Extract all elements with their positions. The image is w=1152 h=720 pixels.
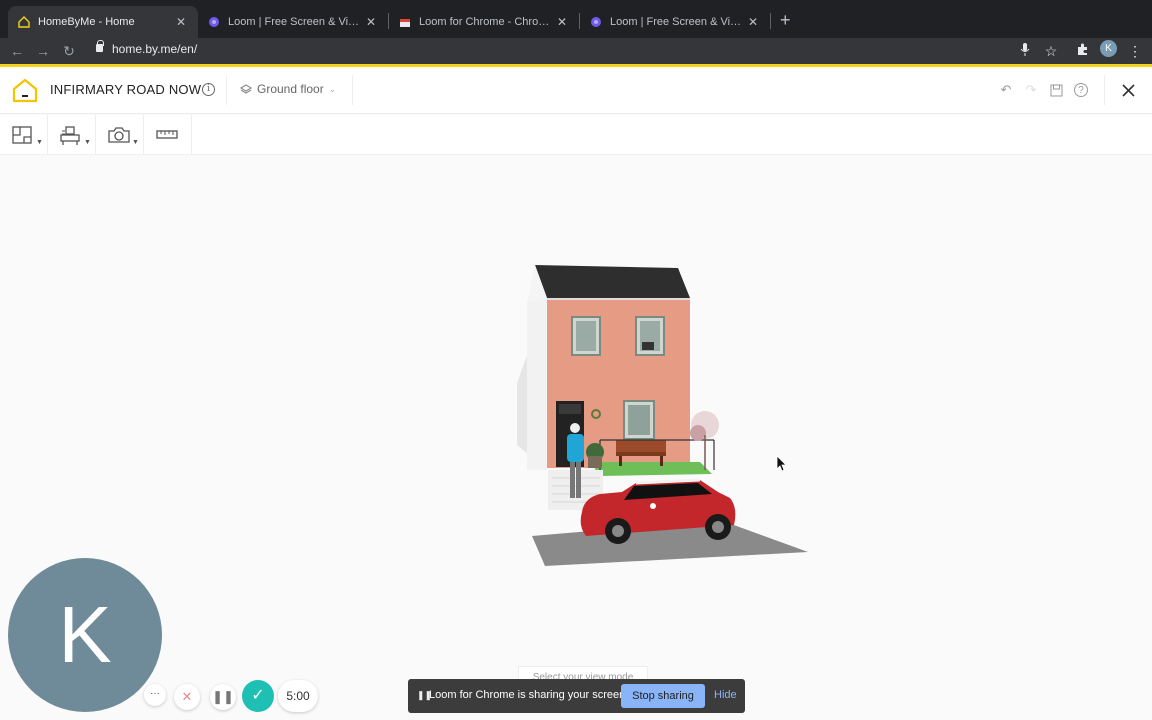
address-bar[interactable]: home.by.me/en/ (88, 38, 1068, 60)
app-header: INFIRMARY ROAD NOW i Ground floor ⌄ ↶ ↷ … (0, 67, 1152, 114)
cancel-x-icon: ✕ (181, 689, 193, 704)
checkmark-icon: ✓ (251, 687, 265, 704)
caret-down-icon: ▼ (36, 139, 43, 146)
loom-cancel-button[interactable]: ✕ (174, 684, 200, 710)
floor-selector[interactable]: Ground floor ⌄ (240, 82, 336, 96)
tab-close-icon[interactable]: ✕ (746, 15, 760, 29)
loom-pause-button[interactable]: ❚❚ (210, 684, 236, 710)
chrome-web-store-favicon-icon (400, 19, 410, 27)
divider (352, 75, 353, 105)
chevron-down-icon: ⌄ (328, 83, 337, 94)
profile-avatar[interactable]: K (1100, 40, 1117, 57)
loom-timer: 5:00 (278, 680, 318, 712)
loom-camera-bubble[interactable]: K (8, 558, 162, 712)
loom-more-button[interactable]: ··· (144, 684, 166, 706)
microphone-icon[interactable] (1020, 43, 1030, 56)
tool-row: ▼ ▼ ▼ (0, 115, 1152, 155)
undo-icon[interactable]: ↶ (997, 81, 1015, 99)
new-tab-button[interactable]: + (780, 10, 791, 31)
ruler-icon (156, 130, 178, 139)
layers-icon (240, 84, 252, 94)
extensions-puzzle-icon[interactable] (1076, 43, 1089, 56)
url-text: home.by.me/en/ (112, 42, 198, 56)
caret-down-icon: ▼ (84, 139, 91, 146)
tab-loom-1[interactable]: Loom | Free Screen & Video Re ✕ (198, 6, 388, 38)
tab-title: Loom | Free Screen & Video Re (228, 16, 364, 28)
furniture-catalog-icon (60, 126, 80, 145)
floorplan-tool-button[interactable]: ▼ (0, 115, 48, 155)
tab-homebyme[interactable]: HomeByMe - Home ✕ (8, 6, 198, 38)
save-icon[interactable] (1050, 84, 1063, 97)
floor-label: Ground floor (257, 82, 324, 96)
camera-tool-button[interactable]: ▼ (96, 115, 144, 155)
divider (1104, 75, 1105, 105)
back-arrow-icon[interactable]: ← (6, 40, 28, 62)
help-icon[interactable]: ? (1074, 83, 1088, 97)
reload-icon[interactable]: ↻ (58, 40, 80, 62)
floorplan-icon (12, 126, 32, 144)
info-icon[interactable]: i (202, 83, 215, 96)
house-3d-render[interactable] (0, 156, 1152, 720)
homebyme-logo-icon[interactable] (12, 77, 38, 103)
bookmark-star-icon[interactable]: ☆ (1040, 40, 1062, 62)
browser-tab-strip: HomeByMe - Home ✕ Loom | Free Screen & V… (0, 0, 1152, 38)
close-icon[interactable] (1122, 84, 1135, 97)
tab-separator (770, 13, 771, 29)
forward-arrow-icon[interactable]: → (32, 40, 54, 62)
furniture-tool-button[interactable]: ▼ (48, 115, 96, 155)
redo-icon[interactable]: ↷ (1022, 81, 1040, 99)
screen-sharing-banner: ❚❚ Loom for Chrome is sharing your scree… (408, 679, 745, 713)
browser-toolbar: ← → ↻ home.by.me/en/ ☆ K ⋮ (0, 38, 1152, 64)
loom-favicon-icon (209, 17, 219, 27)
tab-loom-chrome-store[interactable]: Loom for Chrome - Chrome We ✕ (389, 6, 579, 38)
tab-title: Loom for Chrome - Chrome We (419, 16, 555, 28)
chrome-menu-icon[interactable]: ⋮ (1124, 40, 1146, 62)
homebyme-favicon-icon (18, 16, 30, 28)
loom-finish-button[interactable]: ✓ (242, 680, 274, 712)
tab-title: HomeByMe - Home (38, 16, 135, 28)
tab-close-icon[interactable]: ✕ (555, 15, 569, 29)
measure-tool-button[interactable] (144, 115, 192, 155)
lock-icon (96, 40, 104, 52)
sharing-message: Loom for Chrome is sharing your screen. (429, 689, 629, 701)
caret-down-icon: ▼ (132, 139, 139, 146)
pause-icon: ❚❚ (212, 689, 234, 704)
hide-banner-button[interactable]: Hide (714, 689, 737, 701)
loom-favicon-icon (591, 17, 601, 27)
camera-icon (108, 127, 130, 143)
divider (226, 75, 227, 105)
tab-loom-2[interactable]: Loom | Free Screen & Video Re ✕ (580, 6, 770, 38)
tab-title: Loom | Free Screen & Video Re (610, 16, 746, 28)
stop-sharing-button[interactable]: Stop sharing (621, 684, 705, 708)
tab-close-icon[interactable]: ✕ (364, 15, 378, 29)
mouse-cursor-icon (776, 455, 787, 472)
3d-viewport[interactable] (0, 156, 1152, 720)
project-title[interactable]: INFIRMARY ROAD NOW (50, 82, 201, 97)
tab-close-icon[interactable]: ✕ (174, 15, 188, 29)
